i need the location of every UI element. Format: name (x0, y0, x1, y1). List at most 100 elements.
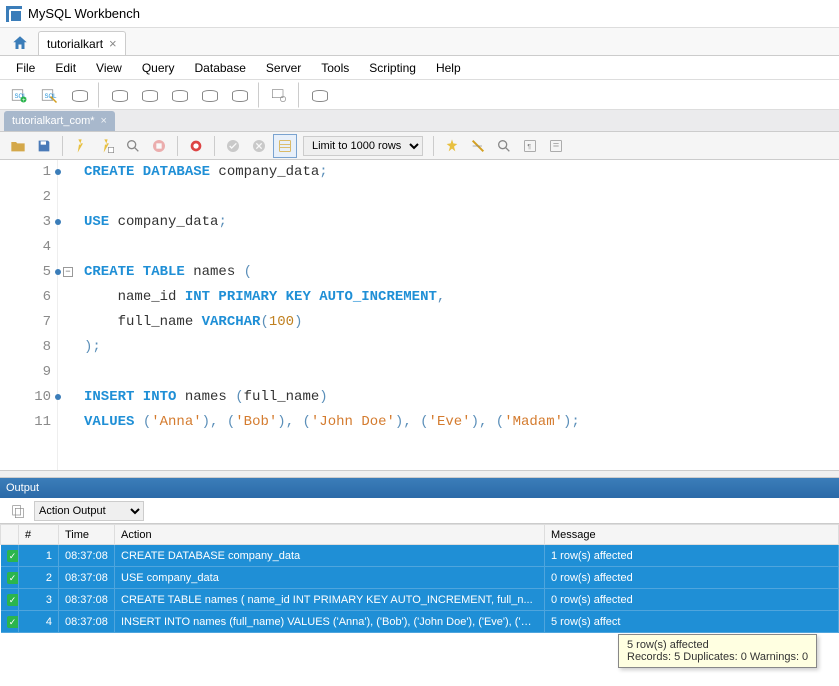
find-button[interactable] (492, 134, 516, 158)
home-tab[interactable] (6, 31, 34, 55)
table-row[interactable]: ✓208:37:08USE company_data0 row(s) affec… (1, 567, 839, 589)
snippets-button[interactable] (544, 134, 568, 158)
message-cell: 0 row(s) affected (545, 567, 839, 589)
action-cell: USE company_data (115, 567, 545, 589)
close-icon[interactable]: × (109, 36, 117, 51)
table-row[interactable]: ✓408:37:08INSERT INTO names (full_name) … (1, 611, 839, 633)
separator (258, 82, 260, 108)
menu-tools[interactable]: Tools (313, 59, 357, 77)
inspector-button[interactable] (66, 82, 92, 108)
search-table-button[interactable] (266, 82, 292, 108)
table-row[interactable]: ✓308:37:08CREATE TABLE names ( name_id I… (1, 589, 839, 611)
connection-tab-label: tutorialkart (47, 37, 103, 51)
menu-bar: File Edit View Query Database Server Too… (0, 56, 839, 80)
table-button[interactable] (136, 82, 162, 108)
action-cell: CREATE TABLE names ( name_id INT PRIMARY… (115, 589, 545, 611)
output-type-select[interactable]: Action Output (34, 501, 144, 521)
svg-text:¶: ¶ (527, 143, 531, 150)
sql-tab-label: tutorialkart_com* (12, 115, 95, 127)
svg-text:+: + (22, 97, 26, 103)
rollback-button[interactable] (247, 134, 271, 158)
open-sql-button[interactable]: SQL (36, 82, 62, 108)
explain-button[interactable] (121, 134, 145, 158)
save-button[interactable] (32, 134, 56, 158)
output-panel-header: Output (0, 478, 839, 498)
action-cell: CREATE DATABASE company_data (115, 545, 545, 567)
window-title: MySQL Workbench (28, 6, 140, 21)
horizontal-splitter[interactable] (0, 470, 839, 478)
output-copy-button[interactable] (6, 499, 30, 523)
sql-editor[interactable]: 12345−67891011 CREATE DATABASE company_d… (0, 160, 839, 470)
execute-button[interactable] (69, 134, 93, 158)
limit-rows-select[interactable]: Limit to 1000 rows (303, 136, 423, 156)
menu-database[interactable]: Database (187, 59, 254, 77)
status-cell: ✓ (1, 567, 19, 589)
time-cell: 08:37:08 (59, 611, 115, 633)
separator (62, 136, 63, 156)
sql-editor-tabs: tutorialkart_com* × (0, 110, 839, 132)
stop-button[interactable] (147, 134, 171, 158)
status-cell: ✓ (1, 611, 19, 633)
separator (433, 136, 434, 156)
message-tooltip: 5 row(s) affected Records: 5 Duplicates:… (618, 634, 817, 668)
index-cell: 2 (19, 567, 59, 589)
toggle-wrap-button[interactable]: ¶ (518, 134, 542, 158)
reconnect-button[interactable] (306, 82, 332, 108)
message-cell: 1 row(s) affected (545, 545, 839, 567)
time-cell: 08:37:08 (59, 589, 115, 611)
query-toolbar: Limit to 1000 rows ¶ (0, 132, 839, 160)
col-status[interactable] (1, 525, 19, 545)
app-logo-icon (6, 6, 22, 22)
separator (298, 82, 300, 108)
col-time[interactable]: Time (59, 525, 115, 545)
connection-tab[interactable]: tutorialkart × (38, 31, 126, 55)
schema-button[interactable] (106, 82, 132, 108)
menu-query[interactable]: Query (134, 59, 183, 77)
line-gutter: 12345−67891011 (0, 160, 58, 470)
message-cell: 5 row(s) affect (545, 611, 839, 633)
status-cell: ✓ (1, 589, 19, 611)
toggle-limit-button[interactable] (273, 134, 297, 158)
index-cell: 3 (19, 589, 59, 611)
code-area[interactable]: CREATE DATABASE company_data;USE company… (58, 160, 839, 470)
menu-scripting[interactable]: Scripting (361, 59, 424, 77)
index-cell: 1 (19, 545, 59, 567)
time-cell: 08:37:08 (59, 567, 115, 589)
status-cell: ✓ (1, 545, 19, 567)
action-cell: INSERT INTO names (full_name) VALUES ('A… (115, 611, 545, 633)
tooltip-line2: Records: 5 Duplicates: 0 Warnings: 0 (627, 651, 808, 663)
procedure-button[interactable] (196, 82, 222, 108)
open-file-button[interactable] (6, 134, 30, 158)
output-toolbar: Action Output (0, 498, 839, 524)
output-grid: # Time Action Message ✓108:37:08CREATE D… (0, 524, 839, 633)
menu-edit[interactable]: Edit (47, 59, 84, 77)
grid-header: # Time Action Message (1, 525, 839, 545)
view-button[interactable] (166, 82, 192, 108)
index-cell: 4 (19, 611, 59, 633)
commit-button[interactable] (221, 134, 245, 158)
beautify-button[interactable] (440, 134, 464, 158)
new-sql-tab-button[interactable]: SQL+ (6, 82, 32, 108)
function-button[interactable] (226, 82, 252, 108)
menu-file[interactable]: File (8, 59, 43, 77)
close-icon[interactable]: × (101, 115, 107, 127)
menu-help[interactable]: Help (428, 59, 469, 77)
sql-tab[interactable]: tutorialkart_com* × (4, 111, 115, 131)
menu-view[interactable]: View (88, 59, 130, 77)
col-message[interactable]: Message (545, 525, 839, 545)
home-icon (11, 34, 29, 52)
separator (98, 82, 100, 108)
col-action[interactable]: Action (115, 525, 545, 545)
col-index[interactable]: # (19, 525, 59, 545)
table-row[interactable]: ✓108:37:08CREATE DATABASE company_data1 … (1, 545, 839, 567)
menu-server[interactable]: Server (258, 59, 309, 77)
output-title: Output (6, 482, 39, 494)
time-cell: 08:37:08 (59, 545, 115, 567)
toggle-autocommit-button[interactable] (184, 134, 208, 158)
connection-tabs: tutorialkart × (0, 28, 839, 56)
separator (214, 136, 215, 156)
toggle-invisible-button[interactable] (466, 134, 490, 158)
message-cell: 0 row(s) affected (545, 589, 839, 611)
tooltip-line1: 5 row(s) affected (627, 639, 808, 651)
execute-current-button[interactable] (95, 134, 119, 158)
